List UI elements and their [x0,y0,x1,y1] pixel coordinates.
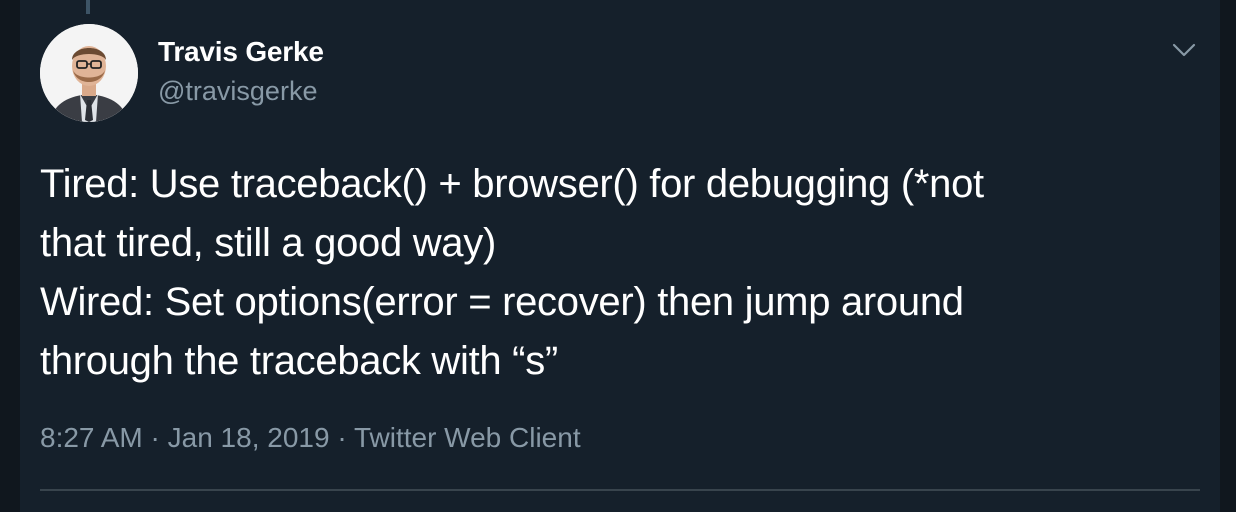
profile-photo-icon [40,24,138,122]
meta-separator: · [337,422,347,453]
tweet-menu-button[interactable] [1170,36,1198,64]
thread-connector-line [86,0,90,14]
tweet-text-line: that tired, still a good way) [40,221,496,265]
tweet-card: Travis Gerke @travisgerke Tired: Use tra… [20,0,1220,512]
avatar[interactable] [40,24,138,122]
author-handle[interactable]: @travisgerke [158,76,317,107]
meta-separator: · [150,422,160,453]
tweet-date-link[interactable]: Jan 18, 2019 [168,422,330,453]
tweet-text-line: Wired: Set options(error = recover) then… [40,280,964,324]
tweet-text-line: Tired: Use traceback() + browser() for d… [40,162,984,206]
author-display-name[interactable]: Travis Gerke [158,36,324,68]
chevron-down-icon [1172,43,1196,57]
divider [40,489,1200,491]
tweet-client-link[interactable]: Twitter Web Client [354,422,581,453]
tweet-time-link[interactable]: 8:27 AM [40,422,143,453]
tweet-text: Tired: Use traceback() + browser() for d… [40,155,1180,391]
tweet-meta: 8:27 AM · Jan 18, 2019 · Twitter Web Cli… [40,422,581,454]
tweet-text-line: through the traceback with “s” [40,339,558,383]
